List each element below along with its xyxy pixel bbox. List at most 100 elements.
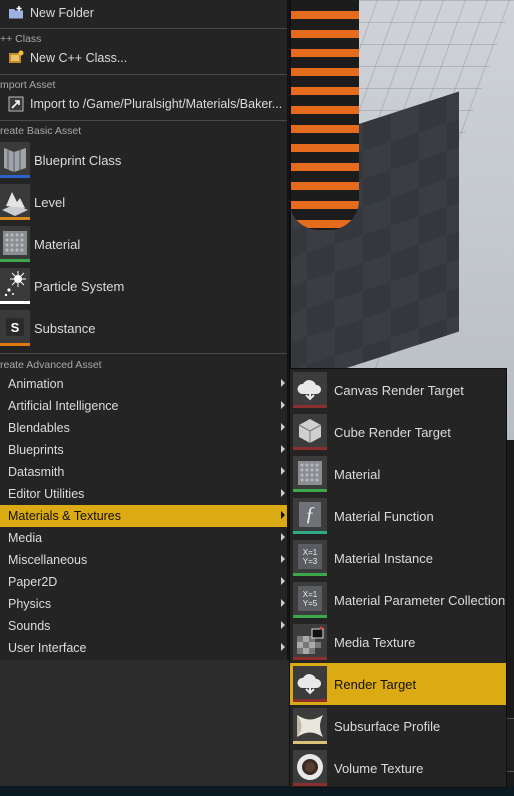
menu-item-material[interactable]: Material bbox=[0, 223, 287, 265]
menu-item-datasmith[interactable]: Datasmith bbox=[0, 461, 287, 483]
cpp-class-icon bbox=[8, 50, 24, 66]
menu-item-label: Blueprint Class bbox=[34, 152, 122, 168]
material-function-icon: ƒ bbox=[293, 498, 327, 534]
volume-texture-icon bbox=[293, 750, 327, 786]
new-folder-icon bbox=[8, 5, 24, 21]
menu-item-label: Datasmith bbox=[8, 465, 65, 479]
menu-item-media[interactable]: Media bbox=[0, 527, 287, 549]
submenu-item-label: Canvas Render Target bbox=[334, 382, 464, 398]
menu-item-sounds[interactable]: Sounds bbox=[0, 615, 287, 637]
menu-item-label: Substance bbox=[34, 320, 96, 336]
menu-item-level[interactable]: Level bbox=[0, 181, 287, 223]
submenu-arrow-icon bbox=[281, 401, 285, 409]
menu-item-label: Miscellaneous bbox=[8, 553, 88, 567]
submenu-item-label: Material Function bbox=[334, 508, 434, 524]
separator bbox=[0, 353, 287, 354]
add-new-context-menu: New Folder ++ Class New C++ Class... mpo… bbox=[0, 0, 288, 660]
submenu-arrow-icon bbox=[281, 599, 285, 607]
menu-item-label: Materials & Textures bbox=[8, 509, 122, 523]
svg-text:S: S bbox=[11, 320, 20, 335]
submenu-item-subsurface-profile[interactable]: Subsurface Profile bbox=[290, 705, 506, 747]
submenu-item-media-texture[interactable]: Media Texture bbox=[290, 621, 506, 663]
media-texture-icon bbox=[293, 624, 327, 660]
content-browser-background bbox=[0, 660, 289, 786]
submenu-item-material-instance[interactable]: X=1 Y=3 Material Instance bbox=[290, 537, 506, 579]
menu-item-label: Blueprints bbox=[8, 443, 64, 457]
section-header-import: mport Asset bbox=[0, 79, 56, 91]
submenu-item-label: Material Parameter Collection bbox=[334, 592, 506, 608]
submenu-item-material-parameter-collection[interactable]: X=1 Y=5 Material Parameter Collection bbox=[290, 579, 506, 621]
section-header-basic: reate Basic Asset bbox=[0, 125, 82, 137]
substance-icon: S bbox=[0, 310, 30, 346]
menu-item-substance[interactable]: S Substance bbox=[0, 307, 287, 349]
render-target-icon bbox=[293, 666, 327, 702]
menu-item-animation[interactable]: Animation bbox=[0, 373, 287, 395]
menu-item-label: Level bbox=[34, 194, 66, 210]
menu-item-artificial-intelligence[interactable]: Artificial Intelligence bbox=[0, 395, 287, 417]
menu-item-label: New Folder bbox=[30, 6, 94, 20]
menu-item-label: Media bbox=[8, 531, 43, 545]
subsurface-profile-icon bbox=[293, 708, 327, 744]
cube-render-target-icon bbox=[293, 414, 327, 450]
submenu-arrow-icon bbox=[281, 533, 285, 541]
submenu-arrow-icon bbox=[281, 577, 285, 585]
submenu-arrow-icon bbox=[281, 379, 285, 387]
submenu-arrow-icon bbox=[281, 467, 285, 475]
blueprint-icon bbox=[0, 142, 30, 178]
menu-item-label: Physics bbox=[8, 597, 52, 611]
submenu-item-volume-texture[interactable]: Volume Texture bbox=[290, 747, 506, 789]
submenu-item-canvas-render-target[interactable]: Canvas Render Target bbox=[290, 369, 506, 411]
submenu-item-label: Media Texture bbox=[334, 634, 416, 650]
submenu-arrow-icon bbox=[281, 643, 285, 651]
menu-item-materials-textures[interactable]: Materials & Textures bbox=[0, 505, 287, 527]
menu-item-label: User Interface bbox=[8, 641, 87, 655]
materials-textures-submenu: Canvas Render Target Cube Render Target … bbox=[289, 368, 507, 788]
submenu-arrow-icon bbox=[281, 423, 285, 431]
particle-icon bbox=[0, 268, 30, 304]
menu-item-label: Paper2D bbox=[8, 575, 58, 589]
material-icon bbox=[0, 226, 30, 262]
menu-item-particle-system[interactable]: Particle System bbox=[0, 265, 287, 307]
menu-item-paper2d[interactable]: Paper2D bbox=[0, 571, 287, 593]
separator bbox=[0, 120, 287, 121]
menu-item-label: Material bbox=[34, 236, 81, 252]
submenu-item-cube-render-target[interactable]: Cube Render Target bbox=[290, 411, 506, 453]
material-parameter-collection-icon: X=1 Y=5 bbox=[293, 582, 327, 618]
menu-item-label: Editor Utilities bbox=[8, 487, 85, 501]
menu-item-new-folder[interactable]: New Folder bbox=[0, 2, 287, 24]
canvas-render-target-icon bbox=[293, 372, 327, 408]
menu-item-user-interface[interactable]: User Interface bbox=[0, 637, 287, 659]
separator bbox=[0, 28, 287, 29]
submenu-item-label: Volume Texture bbox=[334, 760, 424, 776]
menu-item-physics[interactable]: Physics bbox=[0, 593, 287, 615]
menu-item-new-cpp-class[interactable]: New C++ Class... bbox=[0, 47, 287, 69]
menu-item-blendables[interactable]: Blendables bbox=[0, 417, 287, 439]
menu-item-import-to[interactable]: Import to /Game/Pluralsight/Materials/Ba… bbox=[0, 93, 287, 115]
submenu-item-material[interactable]: Material bbox=[290, 453, 506, 495]
submenu-arrow-icon bbox=[281, 555, 285, 563]
material-icon bbox=[293, 456, 327, 492]
menu-item-label: Blendables bbox=[8, 421, 70, 435]
submenu-arrow-icon bbox=[281, 511, 285, 519]
menu-item-label: Sounds bbox=[8, 619, 51, 633]
menu-item-label: Import to /Game/Pluralsight/Materials/Ba… bbox=[30, 97, 283, 111]
submenu-item-material-function[interactable]: ƒ Material Function bbox=[290, 495, 506, 537]
section-header-cpp: ++ Class bbox=[0, 33, 42, 45]
submenu-item-label: Material Instance bbox=[334, 550, 433, 566]
menu-item-label: Animation bbox=[8, 377, 64, 391]
menu-item-miscellaneous[interactable]: Miscellaneous bbox=[0, 549, 287, 571]
submenu-item-label: Cube Render Target bbox=[334, 424, 451, 440]
submenu-arrow-icon bbox=[281, 489, 285, 497]
submenu-item-render-target[interactable]: Render Target bbox=[290, 663, 506, 705]
submenu-arrow-icon bbox=[281, 445, 285, 453]
menu-item-blueprints[interactable]: Blueprints bbox=[0, 439, 287, 461]
submenu-item-label: Subsurface Profile bbox=[334, 718, 441, 734]
level-icon bbox=[0, 184, 30, 220]
menu-item-blueprint-class[interactable]: Blueprint Class bbox=[0, 139, 287, 181]
submenu-item-label: Material bbox=[334, 466, 381, 482]
import-icon bbox=[8, 96, 24, 112]
submenu-item-label: Render Target bbox=[334, 676, 417, 692]
menu-item-editor-utilities[interactable]: Editor Utilities bbox=[0, 483, 287, 505]
viewport-striped-pillar bbox=[289, 0, 359, 230]
submenu-arrow-icon bbox=[281, 621, 285, 629]
